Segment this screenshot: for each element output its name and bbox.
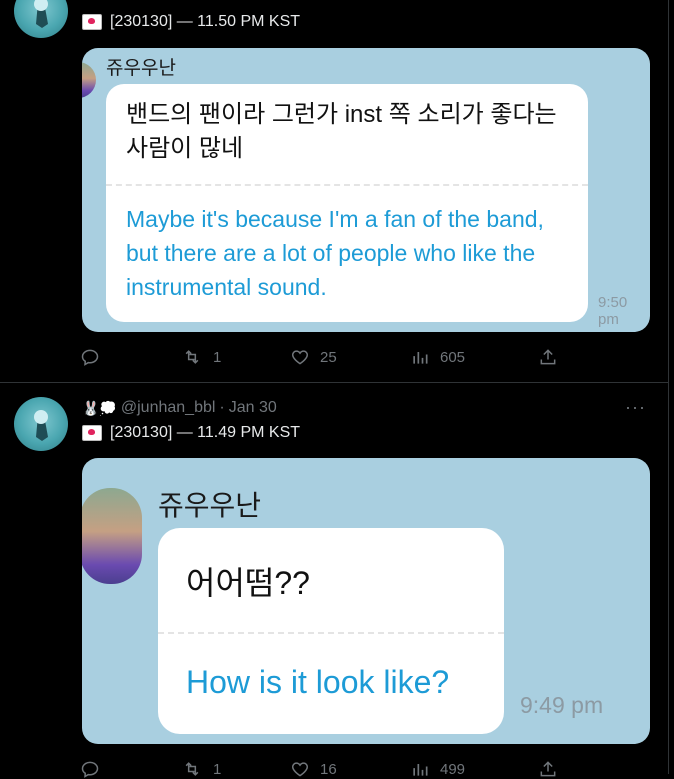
message-bubble: 밴드의 팬이라 그런가 inst 쪽 소리가 좋다는 사람이 많네 Maybe …: [106, 84, 588, 322]
chat-card-image[interactable]: 쥬우우난 어어떰?? How is it look like? 9:49 pm: [82, 458, 650, 744]
views-icon: [413, 352, 428, 364]
sender-avatar: [82, 488, 142, 584]
love-letter-icon: [82, 425, 102, 441]
message-time: 9:50 pm: [598, 294, 628, 328]
tweet-subtext: [230130] — 11.49 PM KST: [82, 424, 300, 442]
divider: [158, 632, 504, 634]
tweet-header: 🐰💭 @junhan_bbl · Jan 30: [82, 399, 277, 417]
divider: [106, 184, 588, 186]
avatar[interactable]: [14, 397, 68, 451]
tweet[interactable]: 🐰💭 @junhan_bbl · Jan 30 ··· [230130] — 1…: [0, 383, 668, 778]
retweet-button[interactable]: 1: [181, 759, 221, 779]
tweet[interactable]: [230130] — 11.50 PM KST 쥬우우난 밴드의 팬이라 그런가…: [0, 0, 668, 382]
english-translation: How is it look like?: [186, 664, 450, 700]
reply-button[interactable]: [80, 347, 110, 367]
message-bubble: 어어떰?? How is it look like?: [158, 528, 504, 734]
reply-icon: [81, 349, 99, 366]
chat-card-image[interactable]: 쥬우우난 밴드의 팬이라 그런가 inst 쪽 소리가 좋다는 사람이 많네 M…: [82, 48, 650, 332]
views-icon: [413, 764, 428, 776]
share-icon: [540, 761, 556, 777]
more-options-button[interactable]: ···: [625, 397, 646, 418]
display-name[interactable]: 🐰💭: [82, 400, 117, 417]
korean-message: 어어떰??: [186, 565, 310, 601]
handle[interactable]: @junhan_bbl: [121, 399, 216, 417]
share-button[interactable]: [538, 347, 558, 367]
views-button[interactable]: 605: [410, 347, 465, 367]
love-letter-icon: [82, 14, 102, 30]
like-button[interactable]: 25: [290, 347, 337, 367]
reply-button[interactable]: [80, 759, 110, 779]
timeline-border: [668, 0, 669, 774]
message-time: 9:49 pm: [520, 692, 604, 718]
english-translation: Maybe it's because I'm a fan of the band…: [126, 206, 544, 300]
reply-icon: [81, 761, 99, 778]
retweet-icon: [185, 762, 199, 776]
share-button[interactable]: [538, 759, 558, 779]
retweet-icon: [185, 350, 199, 364]
heart-icon: [291, 762, 309, 777]
retweet-button[interactable]: 1: [181, 347, 221, 367]
tweet-subtext: [230130] — 11.50 PM KST: [82, 13, 300, 31]
share-icon: [540, 349, 556, 365]
like-button[interactable]: 16: [290, 759, 337, 779]
views-button[interactable]: 499: [410, 759, 465, 779]
heart-icon: [291, 350, 309, 365]
korean-message: 밴드의 팬이라 그런가 inst 쪽 소리가 좋다는 사람이 많네: [126, 101, 557, 162]
sender-name: 쥬우우난: [158, 490, 262, 521]
avatar[interactable]: [14, 0, 68, 38]
sender-avatar: [82, 62, 96, 98]
tweet-date[interactable]: Jan 30: [229, 399, 277, 417]
sender-name: 쥬우우난: [106, 58, 176, 79]
